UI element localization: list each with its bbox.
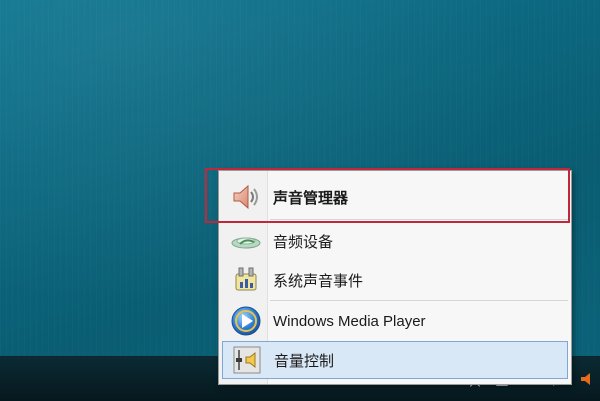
menu-item-label: 声音管理器 [273, 189, 349, 207]
menu-item-volume-control[interactable]: 音量控制 [222, 341, 568, 379]
menu-separator [270, 300, 568, 301]
menu-item-label: 系统声音事件 [273, 272, 364, 290]
menu-item-label: 音量控制 [274, 352, 335, 370]
speaker-icon [228, 179, 264, 215]
volume-control-icon [229, 342, 265, 378]
menu-item-label: Windows Media Player [273, 312, 426, 330]
audio-device-icon [228, 223, 264, 259]
menu-item-system-sound-events[interactable]: 系统声音事件 [222, 261, 568, 299]
sound-events-icon [228, 262, 264, 298]
menu-separator [270, 219, 568, 220]
menu-item-sound-manager[interactable]: 声音管理器 [222, 178, 568, 216]
menu-item-audio-devices[interactable]: 音频设备 [222, 222, 568, 260]
context-menu: 声音管理器 音频设备 系统声音事件 Windows Media Player 音… [218, 170, 572, 385]
menu-item-windows-media-player[interactable]: Windows Media Player [222, 302, 568, 340]
menu-item-label: 音频设备 [273, 233, 334, 251]
media-player-icon [228, 303, 264, 339]
speaker-tray-icon[interactable] [578, 370, 596, 388]
